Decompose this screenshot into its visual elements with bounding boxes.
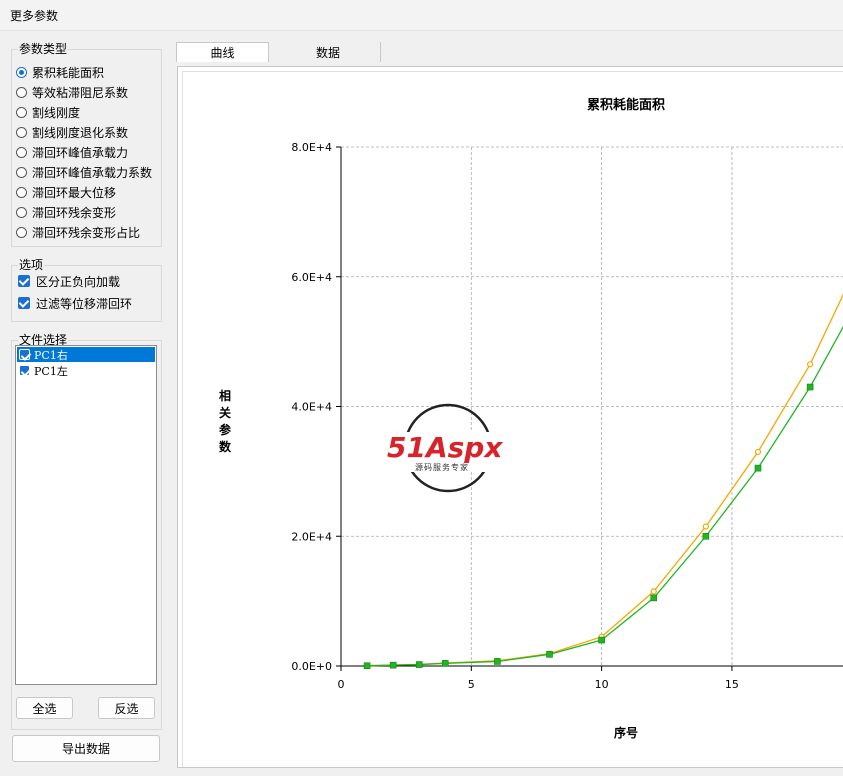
param-option-label: 累积耗能面积: [32, 65, 105, 80]
watermark-tagline: 源码服务专家: [415, 462, 469, 472]
data-point: [598, 636, 605, 644]
option-label: 区分正负向加载: [36, 274, 121, 289]
param-option-label: 割线刚度退化系数: [32, 125, 129, 140]
radio-button[interactable]: [16, 206, 27, 218]
watermark-brand: 51Aspx: [387, 431, 503, 464]
data-point: [363, 662, 371, 670]
param-option-label: 滞回环残余变形: [32, 205, 117, 220]
radio-button[interactable]: [16, 86, 27, 98]
y-tick-label: 0.0E+0: [291, 660, 332, 673]
param-type-group: 参数类型 累积耗能面积 等效粘滞阻尼系数 割线刚度 割线刚度退化系数 滞回环峰值承载力滞…: [11, 41, 162, 247]
file-label: PC1右: [34, 348, 68, 362]
file-list[interactable]: PC1右 PC1左: [15, 345, 157, 685]
radio-button[interactable]: [16, 166, 27, 178]
radio-button[interactable]: [16, 226, 27, 238]
invert-selection-button[interactable]: 反选: [98, 697, 155, 719]
checkbox[interactable]: [18, 297, 30, 309]
radio-button[interactable]: [16, 66, 27, 78]
file-checkbox[interactable]: [19, 365, 30, 376]
x-tick-label: 10: [595, 678, 609, 691]
param-option[interactable]: 滞回环峰值承载力: [16, 142, 128, 162]
y-tick-label: 2.0E+4: [291, 530, 332, 543]
data-point: [754, 464, 762, 472]
tab-data[interactable]: 数据: [276, 42, 381, 62]
y-axis-label: 相: [219, 388, 231, 403]
x-axis-label: 序号: [614, 725, 638, 740]
param-option-label: 等效粘滞阻尼系数: [32, 85, 129, 100]
window-title: 更多参数: [10, 9, 59, 23]
radio-button[interactable]: [16, 146, 27, 158]
data-point: [754, 448, 762, 456]
data-point: [702, 532, 710, 540]
file-list-item[interactable]: PC1右: [17, 347, 155, 362]
param-option[interactable]: 滞回环残余变形: [16, 202, 116, 222]
radio-button[interactable]: [16, 186, 27, 198]
data-point: [441, 660, 449, 667]
param-option-label: 滞回环残余变形占比: [32, 225, 141, 240]
param-option[interactable]: 等效粘滞阻尼系数: [16, 82, 128, 102]
radio-button[interactable]: [16, 126, 27, 138]
y-tick-label: 4.0E+4: [291, 401, 332, 414]
file-list-item[interactable]: PC1左: [17, 363, 155, 378]
y-tick-label: 8.0E+4: [291, 141, 332, 154]
param-option[interactable]: 割线刚度: [16, 102, 80, 122]
y-axis-label: 数: [219, 439, 232, 454]
data-point: [650, 588, 657, 595]
watermark-logo: 51Aspx 源码服务专家: [385, 403, 513, 493]
data-point: [389, 661, 397, 669]
x-tick-label: 5: [468, 678, 475, 691]
select-all-button[interactable]: 全选: [16, 697, 73, 719]
x-tick-label: 15: [725, 678, 739, 691]
title-bar: 更多参数: [0, 0, 843, 31]
file-label: PC1左: [34, 364, 68, 378]
option-checkbox-row[interactable]: 过滤等位移滞回环: [18, 293, 132, 313]
data-point: [807, 361, 814, 368]
y-axis-label: 关: [219, 405, 231, 420]
data-point: [494, 658, 501, 665]
file-checkbox[interactable]: [19, 349, 30, 360]
param-option[interactable]: 滞回环峰值承载力系数: [16, 162, 152, 182]
data-point: [546, 651, 553, 658]
param-option[interactable]: 滞回环残余变形占比: [16, 222, 140, 242]
data-point: [702, 523, 709, 530]
checkbox[interactable]: [18, 275, 30, 287]
data-point: [806, 383, 814, 391]
options-group: 选项 区分正负向加载 过滤等位移滞回环: [11, 257, 162, 322]
y-tick-label: 6.0E+4: [291, 271, 332, 284]
param-option[interactable]: 累积耗能面积: [16, 62, 104, 82]
data-point: [415, 661, 423, 668]
param-option[interactable]: 滞回环最大位移: [16, 182, 116, 202]
tab-curve[interactable]: 曲线: [176, 42, 269, 62]
export-data-button[interactable]: 导出数据: [12, 735, 160, 762]
data-point: [650, 594, 658, 602]
param-option-label: 滞回环最大位移: [32, 185, 117, 200]
param-option-label: 割线刚度: [32, 105, 81, 120]
x-tick-label: 0: [338, 678, 345, 691]
param-option[interactable]: 割线刚度退化系数: [16, 122, 128, 142]
option-checkbox-row[interactable]: 区分正负向加载: [18, 271, 120, 291]
option-label: 过滤等位移滞回环: [36, 296, 133, 311]
param-option-label: 滞回环峰值承载力系数: [32, 165, 153, 180]
param-type-label: 参数类型: [18, 41, 69, 57]
param-option-label: 滞回环峰值承载力: [32, 145, 129, 160]
y-axis-label: 参: [219, 422, 232, 437]
chart-title: 累积耗能面积: [587, 97, 665, 113]
radio-button[interactable]: [16, 106, 27, 118]
